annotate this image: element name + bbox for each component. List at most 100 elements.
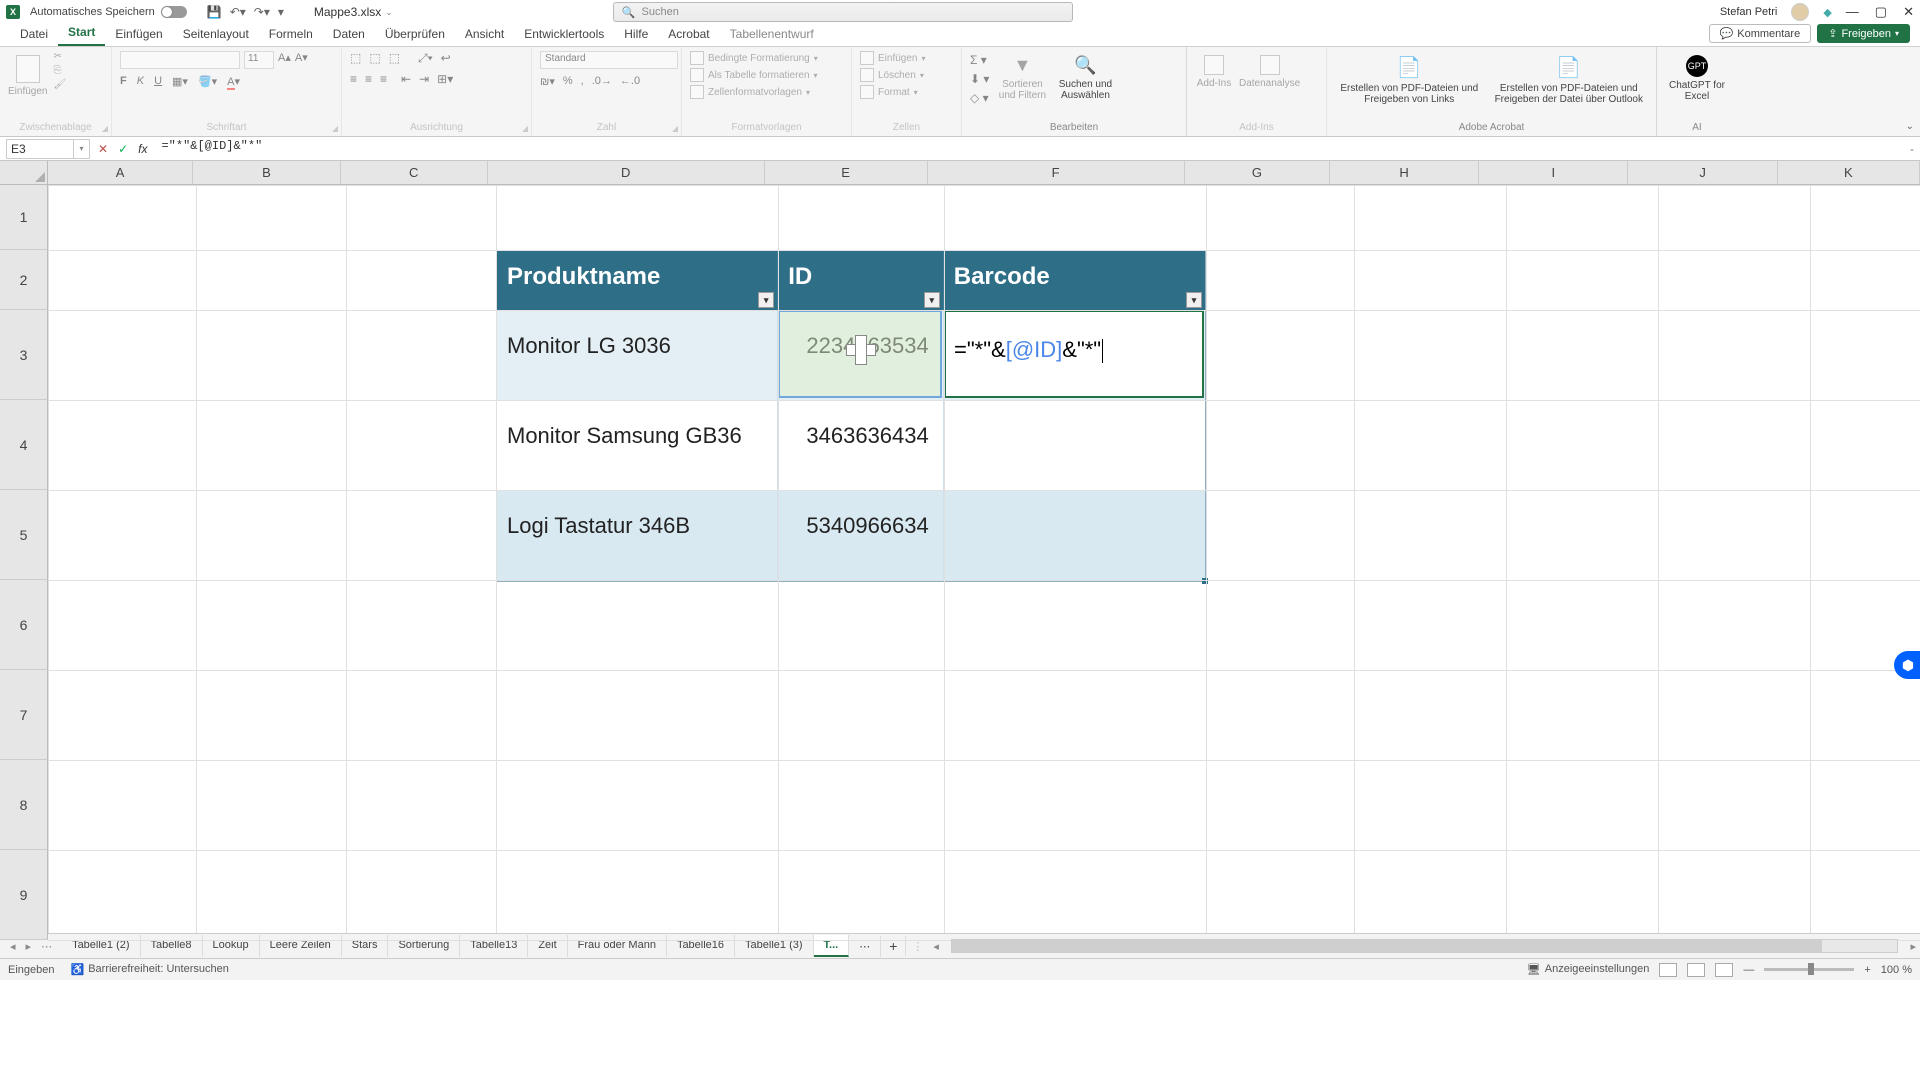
fill-color-button[interactable]: 🪣▾ bbox=[198, 75, 217, 88]
table-resize-handle[interactable] bbox=[1202, 578, 1208, 584]
collapse-ribbon-button[interactable]: ⌄ bbox=[1906, 121, 1914, 132]
hscroll-right-button[interactable]: ▸ bbox=[1906, 940, 1920, 953]
autosave-toggle[interactable] bbox=[161, 6, 187, 18]
editing-cell[interactable]: ="*"&[@ID]&"*" bbox=[944, 310, 1204, 398]
column-header[interactable]: D bbox=[488, 161, 765, 185]
copy-button[interactable]: ⎘ bbox=[53, 65, 66, 76]
tab-acrobat[interactable]: Acrobat bbox=[658, 24, 719, 46]
sheet-tab[interactable]: Tabelle8 bbox=[141, 935, 203, 957]
column-header[interactable]: G bbox=[1185, 161, 1330, 185]
formula-input[interactable]: ="*"&[@ID]&"*" bbox=[155, 139, 1904, 159]
minimize-button[interactable]: — bbox=[1846, 4, 1859, 20]
column-header[interactable]: C bbox=[341, 161, 488, 185]
redo-icon[interactable]: ↷▾ bbox=[254, 5, 270, 19]
table-cell[interactable] bbox=[944, 491, 1205, 581]
sheet-tab[interactable]: T... bbox=[814, 935, 850, 957]
merge-button[interactable]: ⊞▾ bbox=[437, 72, 453, 86]
sheet-tab[interactable]: Tabelle1 (2) bbox=[62, 935, 140, 957]
table-cell[interactable]: Logi Tastatur 346B bbox=[497, 491, 778, 581]
maximize-button[interactable]: ▢ bbox=[1875, 4, 1887, 20]
name-box-dropdown[interactable]: ▾ bbox=[74, 139, 90, 159]
align-bottom-button[interactable]: ⬚ bbox=[389, 51, 400, 66]
tab-daten[interactable]: Daten bbox=[323, 24, 375, 46]
sort-filter-button[interactable]: ▼ Sortieren und Filtern bbox=[995, 51, 1049, 101]
table-cell[interactable]: 3463636434 bbox=[778, 401, 944, 491]
row-header[interactable]: 4 bbox=[0, 400, 48, 490]
tab-einfuegen[interactable]: Einfügen bbox=[105, 24, 172, 46]
align-top-button[interactable]: ⬚ bbox=[350, 51, 361, 66]
tab-datei[interactable]: Datei bbox=[10, 24, 58, 46]
align-left-button[interactable]: ≡ bbox=[350, 72, 357, 86]
view-page-break-button[interactable] bbox=[1715, 963, 1733, 977]
align-right-button[interactable]: ≡ bbox=[380, 72, 387, 86]
autosum-button[interactable]: Σ ▾ bbox=[970, 53, 989, 67]
sheet-tab[interactable]: Tabelle16 bbox=[667, 935, 735, 957]
cancel-formula-button[interactable]: ✕ bbox=[98, 142, 108, 156]
filename-chevron-icon[interactable]: ⌄ bbox=[385, 7, 393, 18]
row-header[interactable]: 5 bbox=[0, 490, 48, 580]
font-name-input[interactable] bbox=[120, 51, 240, 69]
filter-barcode-button[interactable]: ▾ bbox=[1186, 292, 1202, 308]
row-header[interactable]: 9 bbox=[0, 850, 48, 940]
diamond-icon[interactable]: ◆ bbox=[1823, 6, 1831, 19]
sheet-tab[interactable]: Tabelle13 bbox=[460, 935, 528, 957]
row-header[interactable]: 2 bbox=[0, 250, 48, 310]
format-cells-button[interactable]: Format▾ bbox=[860, 85, 926, 99]
tab-tabellenentwurf[interactable]: Tabellenentwurf bbox=[720, 24, 824, 46]
currency-button[interactable]: ₪▾ bbox=[540, 75, 555, 88]
row-header[interactable]: 8 bbox=[0, 760, 48, 850]
add-sheet-button[interactable]: + bbox=[881, 936, 906, 956]
border-button[interactable]: ▦▾ bbox=[172, 75, 188, 88]
font-size-input[interactable]: 11 bbox=[244, 51, 274, 69]
find-select-button[interactable]: 🔍 Suchen und Auswählen bbox=[1055, 51, 1115, 101]
number-launcher[interactable]: ◢ bbox=[672, 124, 678, 133]
sheet-tab[interactable]: Lookup bbox=[203, 935, 260, 957]
close-button[interactable]: ✕ bbox=[1903, 4, 1914, 20]
table-cell[interactable] bbox=[944, 401, 1205, 491]
column-header[interactable]: J bbox=[1628, 161, 1777, 185]
percent-button[interactable]: % bbox=[563, 75, 573, 88]
row-header[interactable]: 6 bbox=[0, 580, 48, 670]
delete-cells-button[interactable]: Löschen▾ bbox=[860, 68, 926, 82]
conditional-format-button[interactable]: Bedingte Formatierung▾ bbox=[690, 51, 818, 65]
tab-entwicklertools[interactable]: Entwicklertools bbox=[514, 24, 614, 46]
filter-id-button[interactable]: ▾ bbox=[924, 292, 940, 308]
format-painter-button[interactable]: 🖌 bbox=[53, 79, 66, 90]
clipboard-launcher[interactable]: ◢ bbox=[102, 124, 108, 133]
col-header-produktname[interactable]: Produktname ▾ bbox=[497, 251, 778, 311]
outdent-button[interactable]: ⇤ bbox=[401, 72, 411, 86]
table-cell[interactable]: Monitor Samsung GB36 bbox=[497, 401, 778, 491]
sheet-tab[interactable]: Zeit bbox=[528, 935, 567, 957]
comments-button[interactable]: 💬Kommentare bbox=[1709, 24, 1812, 43]
name-box[interactable]: E3 bbox=[6, 139, 74, 159]
font-launcher[interactable]: ◢ bbox=[332, 124, 338, 133]
sheet-tab[interactable]: Leere Zeilen bbox=[260, 935, 342, 957]
sheet-tab[interactable]: Tabelle1 (3) bbox=[735, 935, 813, 957]
sheet-first-button[interactable]: ◂ bbox=[10, 940, 16, 953]
table-cell[interactable]: 5340966634 bbox=[778, 491, 944, 581]
dropbox-badge-icon[interactable]: ⬢ bbox=[1894, 651, 1920, 679]
italic-button[interactable]: K bbox=[137, 75, 144, 88]
sheet-menu-button[interactable]: ⋯ bbox=[41, 940, 52, 953]
paste-button[interactable]: Einfügen bbox=[8, 51, 47, 97]
grow-font-button[interactable]: A▴ bbox=[278, 51, 291, 69]
row-header[interactable]: 7 bbox=[0, 670, 48, 760]
col-header-barcode[interactable]: Barcode ▾ bbox=[944, 251, 1205, 311]
horizontal-scrollbar[interactable] bbox=[951, 939, 1899, 953]
status-accessibility[interactable]: Barrierefreiheit: Untersuchen bbox=[88, 963, 229, 976]
column-header[interactable]: I bbox=[1479, 161, 1628, 185]
share-button[interactable]: ⇪Freigeben▾ bbox=[1817, 24, 1910, 43]
increase-decimal-button[interactable]: .0→ bbox=[592, 75, 612, 88]
data-analysis-button[interactable]: Datenanalyse bbox=[1239, 51, 1300, 89]
sheet-tab[interactable]: Stars bbox=[342, 935, 389, 957]
tab-ansicht[interactable]: Ansicht bbox=[455, 24, 514, 46]
confirm-formula-button[interactable]: ✓ bbox=[118, 142, 128, 156]
tab-start[interactable]: Start bbox=[58, 22, 105, 46]
clear-button[interactable]: ◇ ▾ bbox=[970, 91, 989, 105]
fill-button[interactable]: ⬇ ▾ bbox=[970, 72, 989, 86]
orientation-button[interactable]: ⤢▾ bbox=[418, 51, 433, 66]
align-middle-button[interactable]: ⬚ bbox=[369, 51, 380, 66]
zoom-level[interactable]: 100 % bbox=[1881, 964, 1912, 976]
cell-styles-button[interactable]: Zellenformatvorlagen▾ bbox=[690, 85, 818, 99]
bold-button[interactable]: F bbox=[120, 75, 127, 88]
